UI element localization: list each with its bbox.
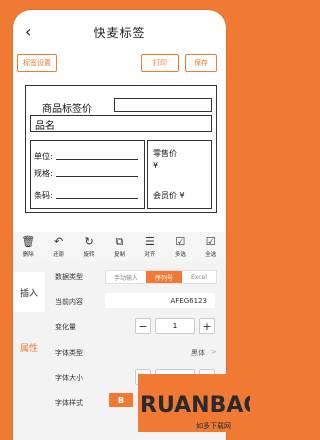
copy-button[interactable]: ⧉ 复制 [104,232,134,262]
align-icon: ☰ [144,235,155,248]
label-preview[interactable]: 商品标签价 品名 单位: 规格: 条码: 零售价 ¥ 会员价 ¥ [25,85,217,213]
watermark-sub-text: 如多下载网 [196,421,231,430]
font-style-label: 字体样式 [55,399,83,407]
undo-button[interactable]: ↶ 还原 [43,232,73,262]
font-type-value[interactable]: 黑体 [191,348,205,358]
watermark-graphic: RUANBAO 如多下载网 [138,374,262,432]
align-label: 对齐 [144,252,156,258]
chevron-left-icon[interactable]: ‹ [25,22,31,42]
delete-label: 删除 [22,252,34,258]
current-content-label: 当前内容 [55,298,83,306]
page-title: 快麦标签 [93,25,146,40]
action-toolbar: 标签设置 打印 保存 [13,52,226,74]
bold-toggle-button[interactable]: B [109,393,133,407]
rotate-icon: ↻ [84,235,94,248]
barcode-text[interactable]: 条码: [34,190,53,201]
multi-select-button[interactable]: ☑ 多选 [165,232,195,262]
retail-price-text[interactable]: 零售价 [153,148,177,159]
copy-label: 复制 [113,252,125,258]
copy-icon: ⧉ [115,235,124,248]
top-bar: ‹ 快麦标签 [13,18,226,46]
side-tabs: 插入 属性 [13,262,45,440]
product-name-box[interactable] [30,115,212,132]
tab-insert[interactable]: 插入 [13,272,45,312]
unit-line [56,159,138,160]
align-button[interactable]: ☰ 对齐 [135,232,165,262]
product-price-text[interactable]: 商品标签价 [42,100,92,115]
status-bar [13,10,226,18]
select-all-icon: ☑ [205,235,216,248]
label-canvas: 商品标签价 品名 单位: 规格: 条码: 零售价 ¥ 会员价 ¥ [13,78,226,218]
multi-select-icon: ☑ [175,235,186,248]
barcode-line [56,198,138,199]
serial-number-option[interactable]: 序列号 [146,271,182,283]
undo-label: 还原 [53,252,65,258]
data-type-label: 数据类型 [55,273,83,281]
manual-input-option[interactable]: 手动输入 [106,271,146,283]
change-amount-value[interactable]: 1 [155,318,195,334]
select-all-button[interactable]: ☑ 全选 [196,232,226,262]
product-name-text[interactable]: 品名 [35,117,55,132]
change-amount-minus-button[interactable]: − [135,318,151,334]
data-type-segmented: 手动输入 序列号 Excel [105,270,217,284]
rotate-label: 旋转 [83,252,95,258]
change-amount-plus-button[interactable]: + [199,318,215,334]
delete-button[interactable]: 🗑 删除 [13,232,43,262]
print-button[interactable]: 打印 [141,54,179,72]
font-size-label: 字体大小 [55,374,83,382]
trash-icon: 🗑 [21,235,36,248]
spec-text[interactable]: 规格: [34,168,53,179]
unit-text[interactable]: 单位: [34,151,53,162]
chevron-right-icon[interactable]: > [211,348,217,356]
edit-toolbar: 🗑 删除 ↶ 还原 ↻ 旋转 ⧉ 复制 ☰ 对齐 ☑ 多选 ☑ 全选 [13,232,226,262]
font-type-label: 字体类型 [55,349,83,357]
watermark-main-text: RUANBAO [140,393,250,418]
label-settings-button[interactable]: 标签设置 [17,54,57,72]
current-content-field[interactable]: AFEG6123 [105,293,215,308]
retail-currency-text[interactable]: ¥ [153,161,158,170]
spec-line [56,176,138,177]
watermark-logo: RUANBAO 如多下载网 [138,374,262,432]
undo-icon: ↶ [54,235,64,248]
excel-option[interactable]: Excel [182,271,216,283]
member-price-text[interactable]: 会员价 ¥ [153,190,185,201]
change-amount-label: 变化量 [55,323,76,331]
tab-properties[interactable]: 属性 [13,332,45,362]
save-button[interactable]: 保存 [185,54,217,72]
multi-select-label: 多选 [174,252,186,258]
price-box[interactable] [114,98,212,112]
select-all-label: 全选 [205,252,217,258]
rotate-button[interactable]: ↻ 旋转 [74,232,104,262]
